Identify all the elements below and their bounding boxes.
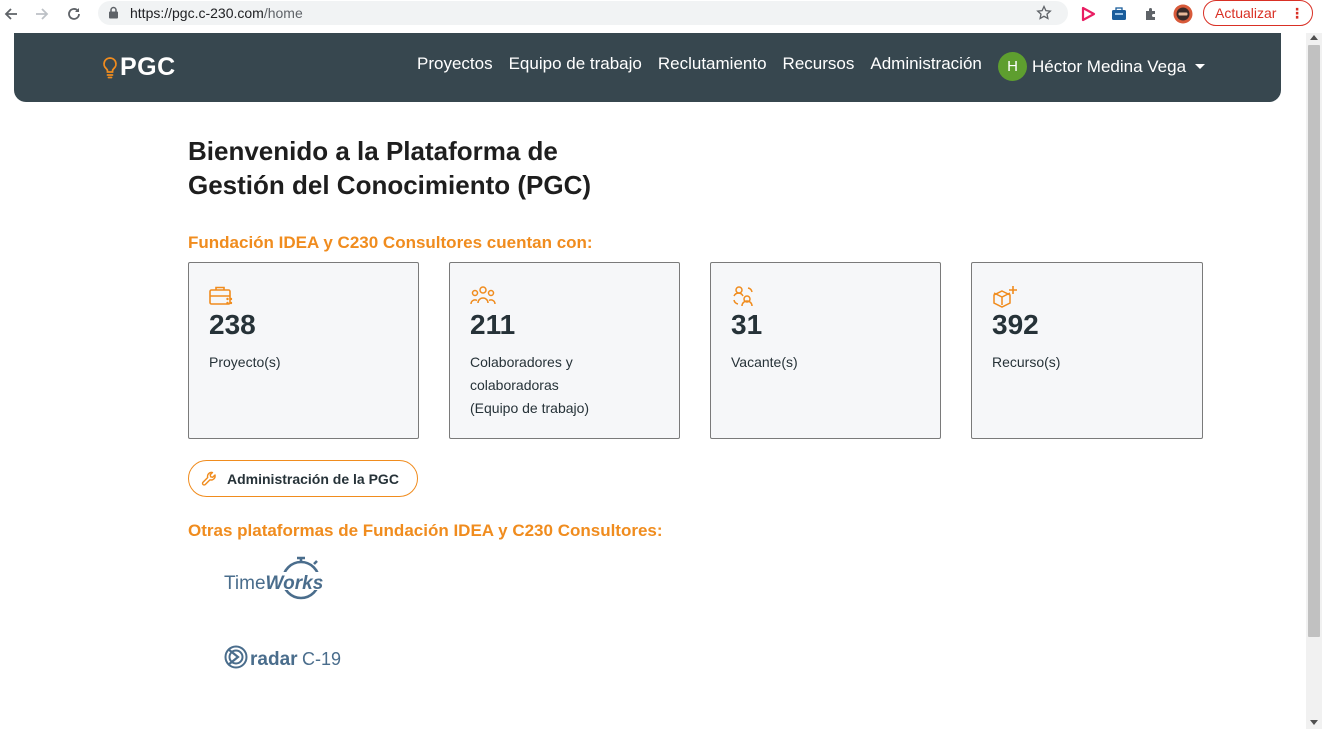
stat-label-line: Vacante(s) — [731, 354, 798, 370]
radar-wordmark: radar C-19 — [250, 649, 341, 671]
stat-label-line: (Equipo de trabajo) — [470, 400, 590, 416]
nav-proyectos[interactable]: Proyectos — [417, 54, 493, 74]
browser-toolbar: https://pgc.c-230.com/home Actualizar ⋮ — [0, 0, 1322, 28]
top-navbar: PGC Proyectos Equipo de trabajo Reclutam… — [14, 33, 1281, 102]
address-bar[interactable]: https://pgc.c-230.com/home — [98, 1, 1068, 25]
timeworks-name-b: Works — [265, 573, 324, 594]
stat-card-vacantes[interactable]: 31 Vacante(s) — [710, 262, 941, 439]
briefcase-icon — [209, 285, 235, 312]
admin-pgc-button[interactable]: Administración de la PGC — [188, 460, 418, 497]
user-name: Héctor Medina Vega — [1032, 56, 1187, 76]
admin-pgc-button-label: Administración de la PGC — [227, 470, 399, 487]
profile-avatar-icon[interactable] — [1172, 3, 1194, 25]
update-browser-button[interactable]: Actualizar ⋮ — [1203, 0, 1313, 26]
stat-card-recursos[interactable]: 392 Recurso(s) — [971, 262, 1203, 439]
update-label: Actualizar — [1215, 5, 1277, 21]
other-platforms-heading: Otras plataformas de Fundación IDEA y C2… — [188, 521, 663, 540]
browser-menu-icon[interactable]: ⋮ — [1290, 4, 1304, 22]
url-text: https://pgc.c-230.com/home — [130, 5, 303, 21]
page-title-line-2: Gestión del Conocimiento (PGC) — [188, 170, 592, 200]
stats-heading: Fundación IDEA y C230 Consultores cuenta… — [188, 233, 593, 252]
wrench-icon — [201, 470, 219, 488]
page-title: Bienvenido a la Plataforma de Gestión de… — [188, 134, 668, 202]
scrollbar-thumb[interactable] — [1308, 45, 1320, 637]
nav-recursos[interactable]: Recursos — [783, 54, 855, 74]
extension-briefcase-icon[interactable] — [1108, 3, 1130, 25]
stat-label-line: Colaboradores y — [470, 354, 573, 370]
stat-label-line: Recurso(s) — [992, 354, 1061, 370]
stat-label-vacantes: Vacante(s) — [731, 351, 911, 374]
stat-label-line: Proyecto(s) — [209, 354, 281, 370]
nav-administracion[interactable]: Administración — [870, 54, 982, 74]
extensions-puzzle-icon[interactable] — [1140, 3, 1162, 25]
chevron-down-icon — [1195, 64, 1206, 69]
nav-reclutamiento[interactable]: Reclutamiento — [658, 54, 767, 74]
brand-name: PGC — [120, 53, 176, 81]
page-scrollbar[interactable] — [1306, 33, 1322, 729]
timeworks-name-a: Time — [224, 573, 266, 594]
stat-label-proyectos: Proyecto(s) — [209, 351, 389, 374]
stat-value-proyectos: 238 — [209, 309, 256, 340]
forward-icon[interactable] — [31, 3, 53, 25]
user-menu[interactable]: H Héctor Medina Vega — [998, 52, 1206, 81]
main-nav: Proyectos Equipo de trabajo Reclutamient… — [417, 54, 998, 74]
stat-label-line: colaboradoras — [470, 377, 559, 393]
stat-label-recursos: Recurso(s) — [992, 351, 1172, 374]
reload-icon[interactable] — [63, 3, 85, 25]
timeworks-wordmark: TimeWorks — [224, 573, 323, 595]
stat-value-recursos: 392 — [992, 309, 1039, 340]
lightbulb-icon — [103, 56, 117, 78]
stat-card-colaboradores[interactable]: 211 Colaboradores y colaboradoras (Equip… — [449, 262, 680, 439]
nav-equipo-de-trabajo[interactable]: Equipo de trabajo — [509, 54, 642, 74]
scroll-up-arrow-icon[interactable] — [1310, 35, 1318, 40]
extension-play-icon[interactable] — [1077, 3, 1099, 25]
radar-logo-icon — [224, 645, 248, 669]
page-title-line-1: Bienvenido a la Plataforma de — [188, 136, 558, 166]
radar-name-a: radar — [250, 649, 298, 670]
bookmark-star-icon[interactable] — [1036, 4, 1052, 26]
brand-logo[interactable]: PGC — [102, 53, 176, 82]
avatar: H — [998, 52, 1027, 81]
scroll-down-arrow-icon[interactable] — [1310, 720, 1318, 725]
timeworks-logo-link[interactable]: TimeWorks — [224, 556, 324, 609]
stat-value-vacantes: 31 — [731, 309, 763, 340]
lock-icon — [108, 6, 119, 24]
stat-value-colaboradores: 211 — [470, 309, 516, 340]
stat-card-proyectos[interactable]: 238 Proyecto(s) — [188, 262, 419, 439]
radar-name-b: C-19 — [301, 649, 341, 669]
back-icon[interactable] — [0, 3, 22, 25]
stat-label-colaboradores: Colaboradores y colaboradoras (Equipo de… — [470, 351, 650, 420]
team-icon — [470, 285, 496, 312]
